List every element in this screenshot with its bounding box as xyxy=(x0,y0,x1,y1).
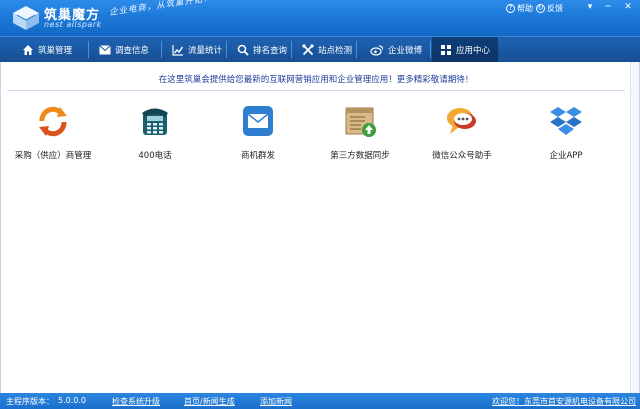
tab-traffic-stats[interactable]: 流量统计 xyxy=(164,37,226,62)
tab-label: 排名查询 xyxy=(253,45,288,56)
app-center-panel: 在这里筑巢会提供给您最新的互联网营销应用和企业管理应用！更多精彩敬请期待！ 采购… xyxy=(0,62,640,393)
app-label: 企业APP xyxy=(549,151,583,161)
tab-label: 调查信息 xyxy=(115,45,150,56)
home-news-link[interactable]: 首页/新闻生成 xyxy=(184,396,235,407)
tab-rank-query[interactable]: 排名查询 xyxy=(229,37,291,62)
app-slogan: 企业电商，从筑巢开始！ xyxy=(108,0,214,18)
vertical-scrollbar[interactable] xyxy=(630,62,639,393)
feedback-icon: ↻ xyxy=(536,3,545,13)
minimize-button[interactable]: ─ xyxy=(602,2,614,12)
feedback-label: 反馈 xyxy=(547,3,563,13)
status-bar: 主程序版本： 5.0.0.0 检查系统升级 首页/新闻生成 添加新闻 欢迎您！东… xyxy=(0,393,640,409)
tab-label: 应用中心 xyxy=(456,45,491,56)
app-label: 第三方数据同步 xyxy=(330,151,390,161)
help-label: 帮助 xyxy=(517,3,533,13)
chat-bubble-icon xyxy=(447,108,476,134)
data-sync-icon xyxy=(345,107,376,137)
app-data-sync[interactable]: 第三方数据同步 xyxy=(312,104,408,164)
app-wechat-helper[interactable]: 微信公众号助手 xyxy=(414,104,510,164)
tab-nest-management[interactable]: 筑巢管理 xyxy=(14,37,88,62)
app-label: 400电话 xyxy=(138,151,172,161)
version-number: 5.0.0.0 xyxy=(58,396,86,405)
welcome-company-link[interactable]: 欢迎您！东莞市首安源机电设备有限公司 xyxy=(492,396,636,407)
mail-icon xyxy=(99,44,111,54)
menu-dropdown-button[interactable]: ▾ xyxy=(584,2,596,12)
nav-divider xyxy=(430,41,431,58)
app-label: 微信公众号助手 xyxy=(432,151,492,161)
weibo-icon xyxy=(370,44,384,56)
tab-app-center[interactable]: 应用中心 xyxy=(432,37,498,62)
tab-label: 筑巢管理 xyxy=(38,45,73,56)
app-name-english: nest allspark xyxy=(44,20,102,29)
dropbox-icon xyxy=(550,107,582,135)
nav-divider xyxy=(88,41,89,58)
telephone-icon xyxy=(142,108,168,135)
envelope-icon xyxy=(243,106,273,136)
divider xyxy=(7,90,625,91)
tab-survey-info[interactable]: 调查信息 xyxy=(91,37,161,62)
app-mass-messaging[interactable]: 商机群发 xyxy=(210,104,306,164)
app-supplier-management[interactable]: 采购（供应）商管理 xyxy=(5,104,101,164)
tab-label: 企业微博 xyxy=(388,45,423,56)
version-label: 主程序版本： xyxy=(6,397,54,406)
tab-enterprise-weibo[interactable]: 企业微博 xyxy=(362,37,430,62)
main-nav: 筑巢管理 调查信息 流量统计 排名查询 站点检测 企业微博 应用中心 xyxy=(0,36,640,62)
feedback-button[interactable]: ↻ 反馈 xyxy=(536,2,563,14)
close-button[interactable]: ✕ xyxy=(622,2,634,12)
tab-label: 站点检测 xyxy=(318,45,353,56)
nav-divider xyxy=(161,41,162,58)
notice-text: 在这里筑巢会提供给您最新的互联网营销应用和企业管理应用！更多精彩敬请期待！ xyxy=(158,75,474,85)
refresh-arrows-icon xyxy=(39,106,67,137)
tools-icon xyxy=(302,43,314,55)
nav-divider xyxy=(226,41,227,58)
home-icon xyxy=(23,44,33,55)
app-400-phone[interactable]: 400电话 xyxy=(107,104,203,164)
nav-divider xyxy=(291,41,292,58)
help-icon: ? xyxy=(506,3,515,13)
tab-label: 流量统计 xyxy=(188,45,223,56)
app-label: 商机群发 xyxy=(240,151,275,161)
grid-icon xyxy=(441,44,451,55)
add-news-link[interactable]: 添加新闻 xyxy=(260,396,292,407)
app-enterprise-app[interactable]: 企业APP xyxy=(518,104,614,164)
tab-site-check[interactable]: 站点检测 xyxy=(294,37,356,62)
chart-icon xyxy=(172,44,184,56)
app-logo-icon xyxy=(12,5,40,31)
help-button[interactable]: ? 帮助 xyxy=(506,2,533,14)
check-upgrade-link[interactable]: 检查系统升级 xyxy=(112,396,160,407)
search-icon xyxy=(237,44,249,56)
app-label: 采购（供应）商管理 xyxy=(14,151,92,161)
nav-divider xyxy=(356,41,357,58)
title-bar: 筑巢魔方 nest allspark 企业电商，从筑巢开始！ ? 帮助 ↻ 反馈… xyxy=(0,0,640,36)
